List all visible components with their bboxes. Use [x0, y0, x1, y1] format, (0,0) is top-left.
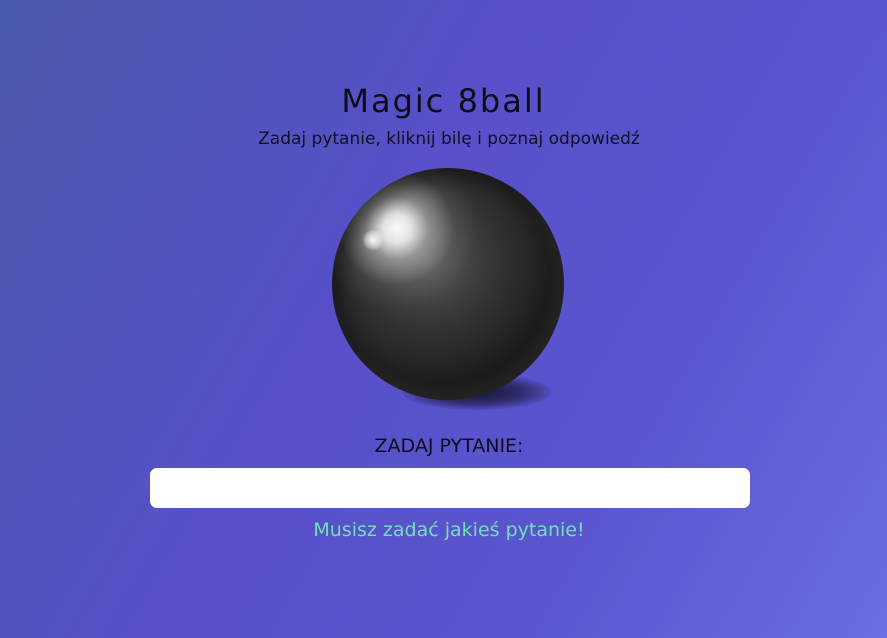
ball-sphere[interactable] [332, 168, 564, 400]
magic-8ball[interactable] [332, 168, 572, 418]
question-input[interactable] [150, 468, 750, 508]
page-title: Magic 8ball [341, 82, 546, 120]
error-message: Musisz zadać jakieś pytanie! [313, 519, 585, 541]
question-label: ZADAJ PYTANIE: [374, 435, 524, 457]
page-subtitle: Zadaj pytanie, kliknij bilę i poznaj odp… [258, 129, 640, 149]
ball-glint [362, 230, 384, 250]
